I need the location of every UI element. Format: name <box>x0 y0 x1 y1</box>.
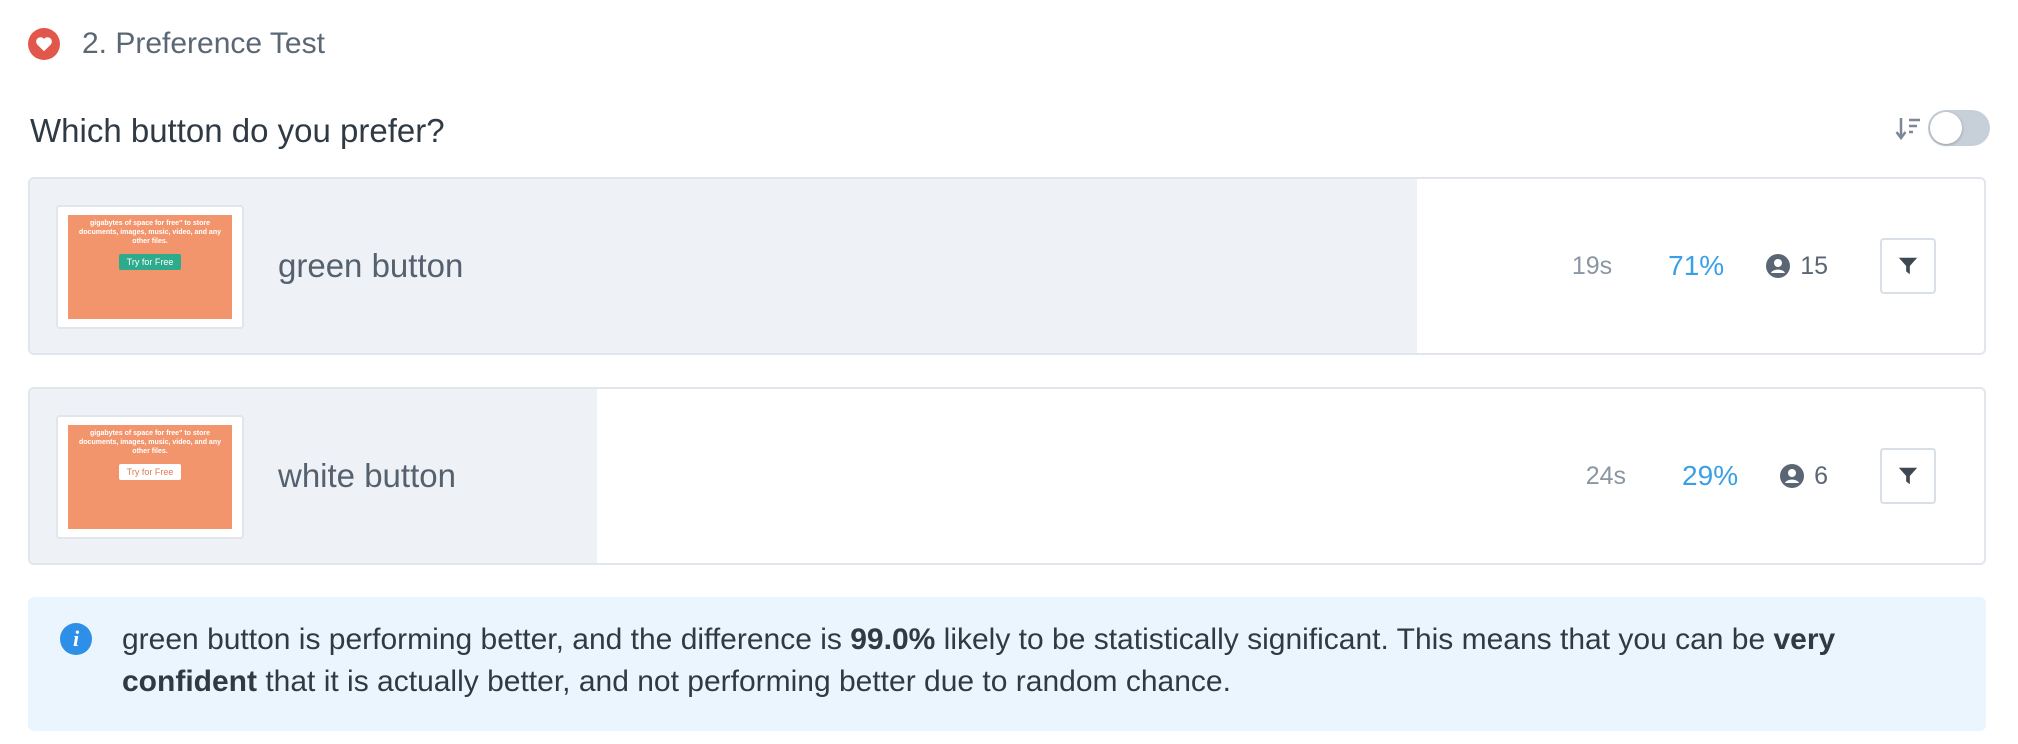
preference-percent: 29% <box>1682 460 1739 491</box>
thumbnail-text: gigabytes of space for free" to store do… <box>79 430 221 455</box>
info-icon: i <box>60 623 92 655</box>
option-row-green-button: gigabytes of space for free" to store do… <box>28 177 1986 355</box>
sort-toggle[interactable] <box>1928 110 1990 146</box>
participant-count-value: 15 <box>1800 251 1828 280</box>
filter-button[interactable] <box>1880 448 1936 504</box>
option-thumbnail[interactable]: gigabytes of space for free" to store do… <box>56 415 244 539</box>
heart-icon <box>28 28 60 60</box>
option-stats: 19s 71% 15 <box>1572 179 1936 353</box>
preference-percent: 71% <box>1668 250 1725 281</box>
question-title: Which button do you prefer? <box>30 112 445 149</box>
participant-count: 15 <box>1766 252 1828 281</box>
section-header: 2. Preference Test <box>28 26 325 62</box>
sort-descending-icon[interactable] <box>1894 113 1922 143</box>
filter-icon <box>1898 467 1918 485</box>
section-title: 2. Preference Test <box>82 27 325 60</box>
results-controls <box>1894 110 1990 146</box>
option-thumbnail[interactable]: gigabytes of space for free" to store do… <box>56 205 244 329</box>
significance-percent: 99.0% <box>850 623 936 656</box>
user-icon <box>1780 464 1805 488</box>
user-icon <box>1766 254 1791 278</box>
toggle-knob <box>1930 112 1962 144</box>
participant-count: 6 <box>1780 462 1828 491</box>
participant-count-value: 6 <box>1814 461 1828 490</box>
message-text: that it is actually better, and not perf… <box>257 665 1231 698</box>
thumbnail-text: gigabytes of space for free" to store do… <box>79 220 221 245</box>
significance-message: green button is performing better, and t… <box>122 619 1952 703</box>
thumbnail-cta: Try for Free <box>118 254 182 270</box>
option-stats: 24s 29% 6 <box>1586 389 1936 563</box>
significance-info-box: i green button is performing better, and… <box>28 597 1986 731</box>
avg-time: 19s <box>1571 251 1613 280</box>
option-label: green button <box>278 247 464 284</box>
message-text: green button is performing better, and t… <box>122 623 851 656</box>
option-label: white button <box>278 457 456 494</box>
avg-time: 24s <box>1585 461 1627 490</box>
filter-icon <box>1898 257 1918 275</box>
option-row-white-button: gigabytes of space for free" to store do… <box>28 387 1986 565</box>
message-text: likely to be statistically significant. … <box>935 623 1774 656</box>
thumbnail-cta: Try for Free <box>118 464 182 480</box>
filter-button[interactable] <box>1880 238 1936 294</box>
